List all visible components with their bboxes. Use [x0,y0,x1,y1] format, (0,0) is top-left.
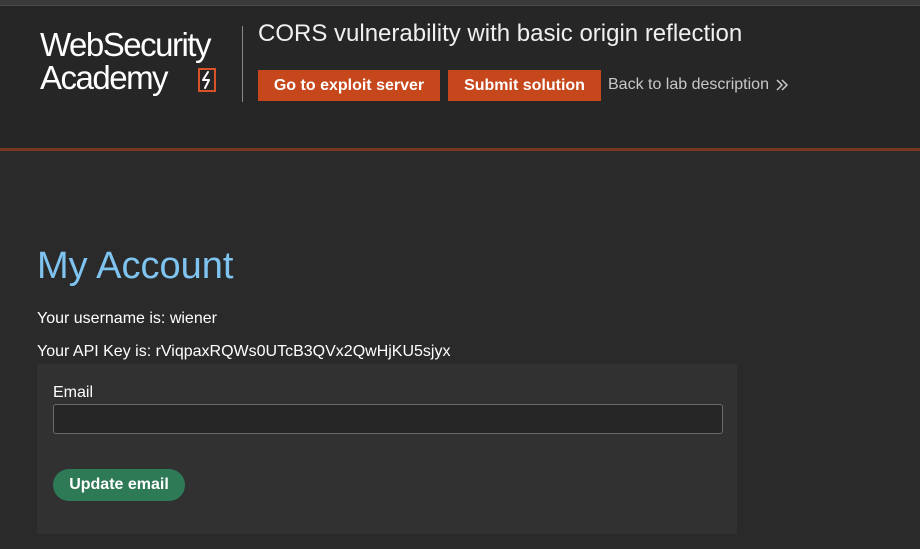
logo-line-1: WebSecurity [40,26,211,63]
lab-title: CORS vulnerability with basic origin ref… [258,20,743,47]
logo-line-2: Academy [40,59,169,96]
logo-wordmark: WebSecurity Academy [40,26,211,96]
back-link-label: Back to lab description [608,76,769,93]
logo-bolt-icon [198,68,216,92]
email-field[interactable] [53,404,723,434]
email-label: Email [53,384,94,401]
back-to-lab-description-link[interactable]: Back to lab description [608,76,789,94]
page-title: My Account [37,245,234,287]
api-key-text: Your API Key is: rViqpaxRQWs0UTcB3QVx2Qw… [37,343,451,360]
submit-solution-button[interactable]: Submit solution [448,70,601,101]
update-email-button[interactable]: Update email [53,469,185,501]
double-chevron-right-icon [776,79,789,91]
go-to-exploit-server-button[interactable]: Go to exploit server [258,70,440,101]
web-security-academy-logo[interactable]: WebSecurity Academy [38,26,243,102]
username-text: Your username is: wiener [37,310,217,327]
header-divider [0,148,920,151]
change-email-form: Email Update email [37,364,737,534]
